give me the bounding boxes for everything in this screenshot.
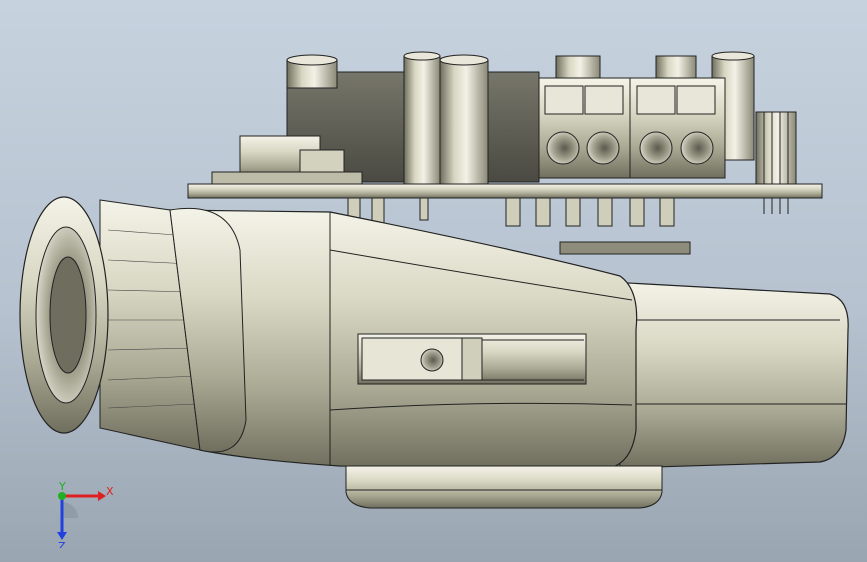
slot-screw (420, 348, 444, 372)
housing-body[interactable] (169, 209, 849, 509)
lens-barrel[interactable] (19, 196, 247, 453)
y-axis-dot (58, 492, 66, 500)
x-axis-label: X (106, 485, 114, 498)
axis-triad: X Y Z (57, 480, 114, 548)
cad-3d-viewport[interactable]: X Y Z (0, 0, 867, 562)
x-axis-arrow (98, 491, 106, 501)
z-axis-arrow (57, 532, 67, 540)
rear-housing (609, 281, 849, 469)
y-axis-label: Y (58, 480, 66, 493)
terminal-block-group (538, 77, 726, 179)
base-flange (345, 465, 663, 509)
pin-header (755, 111, 797, 214)
cad-model-render[interactable] (0, 0, 867, 562)
pcb-board (187, 183, 823, 199)
board-pins (347, 197, 675, 229)
lower-plate (559, 241, 691, 255)
z-axis-label: Z (58, 540, 66, 548)
adjustment-slot[interactable] (357, 333, 587, 385)
